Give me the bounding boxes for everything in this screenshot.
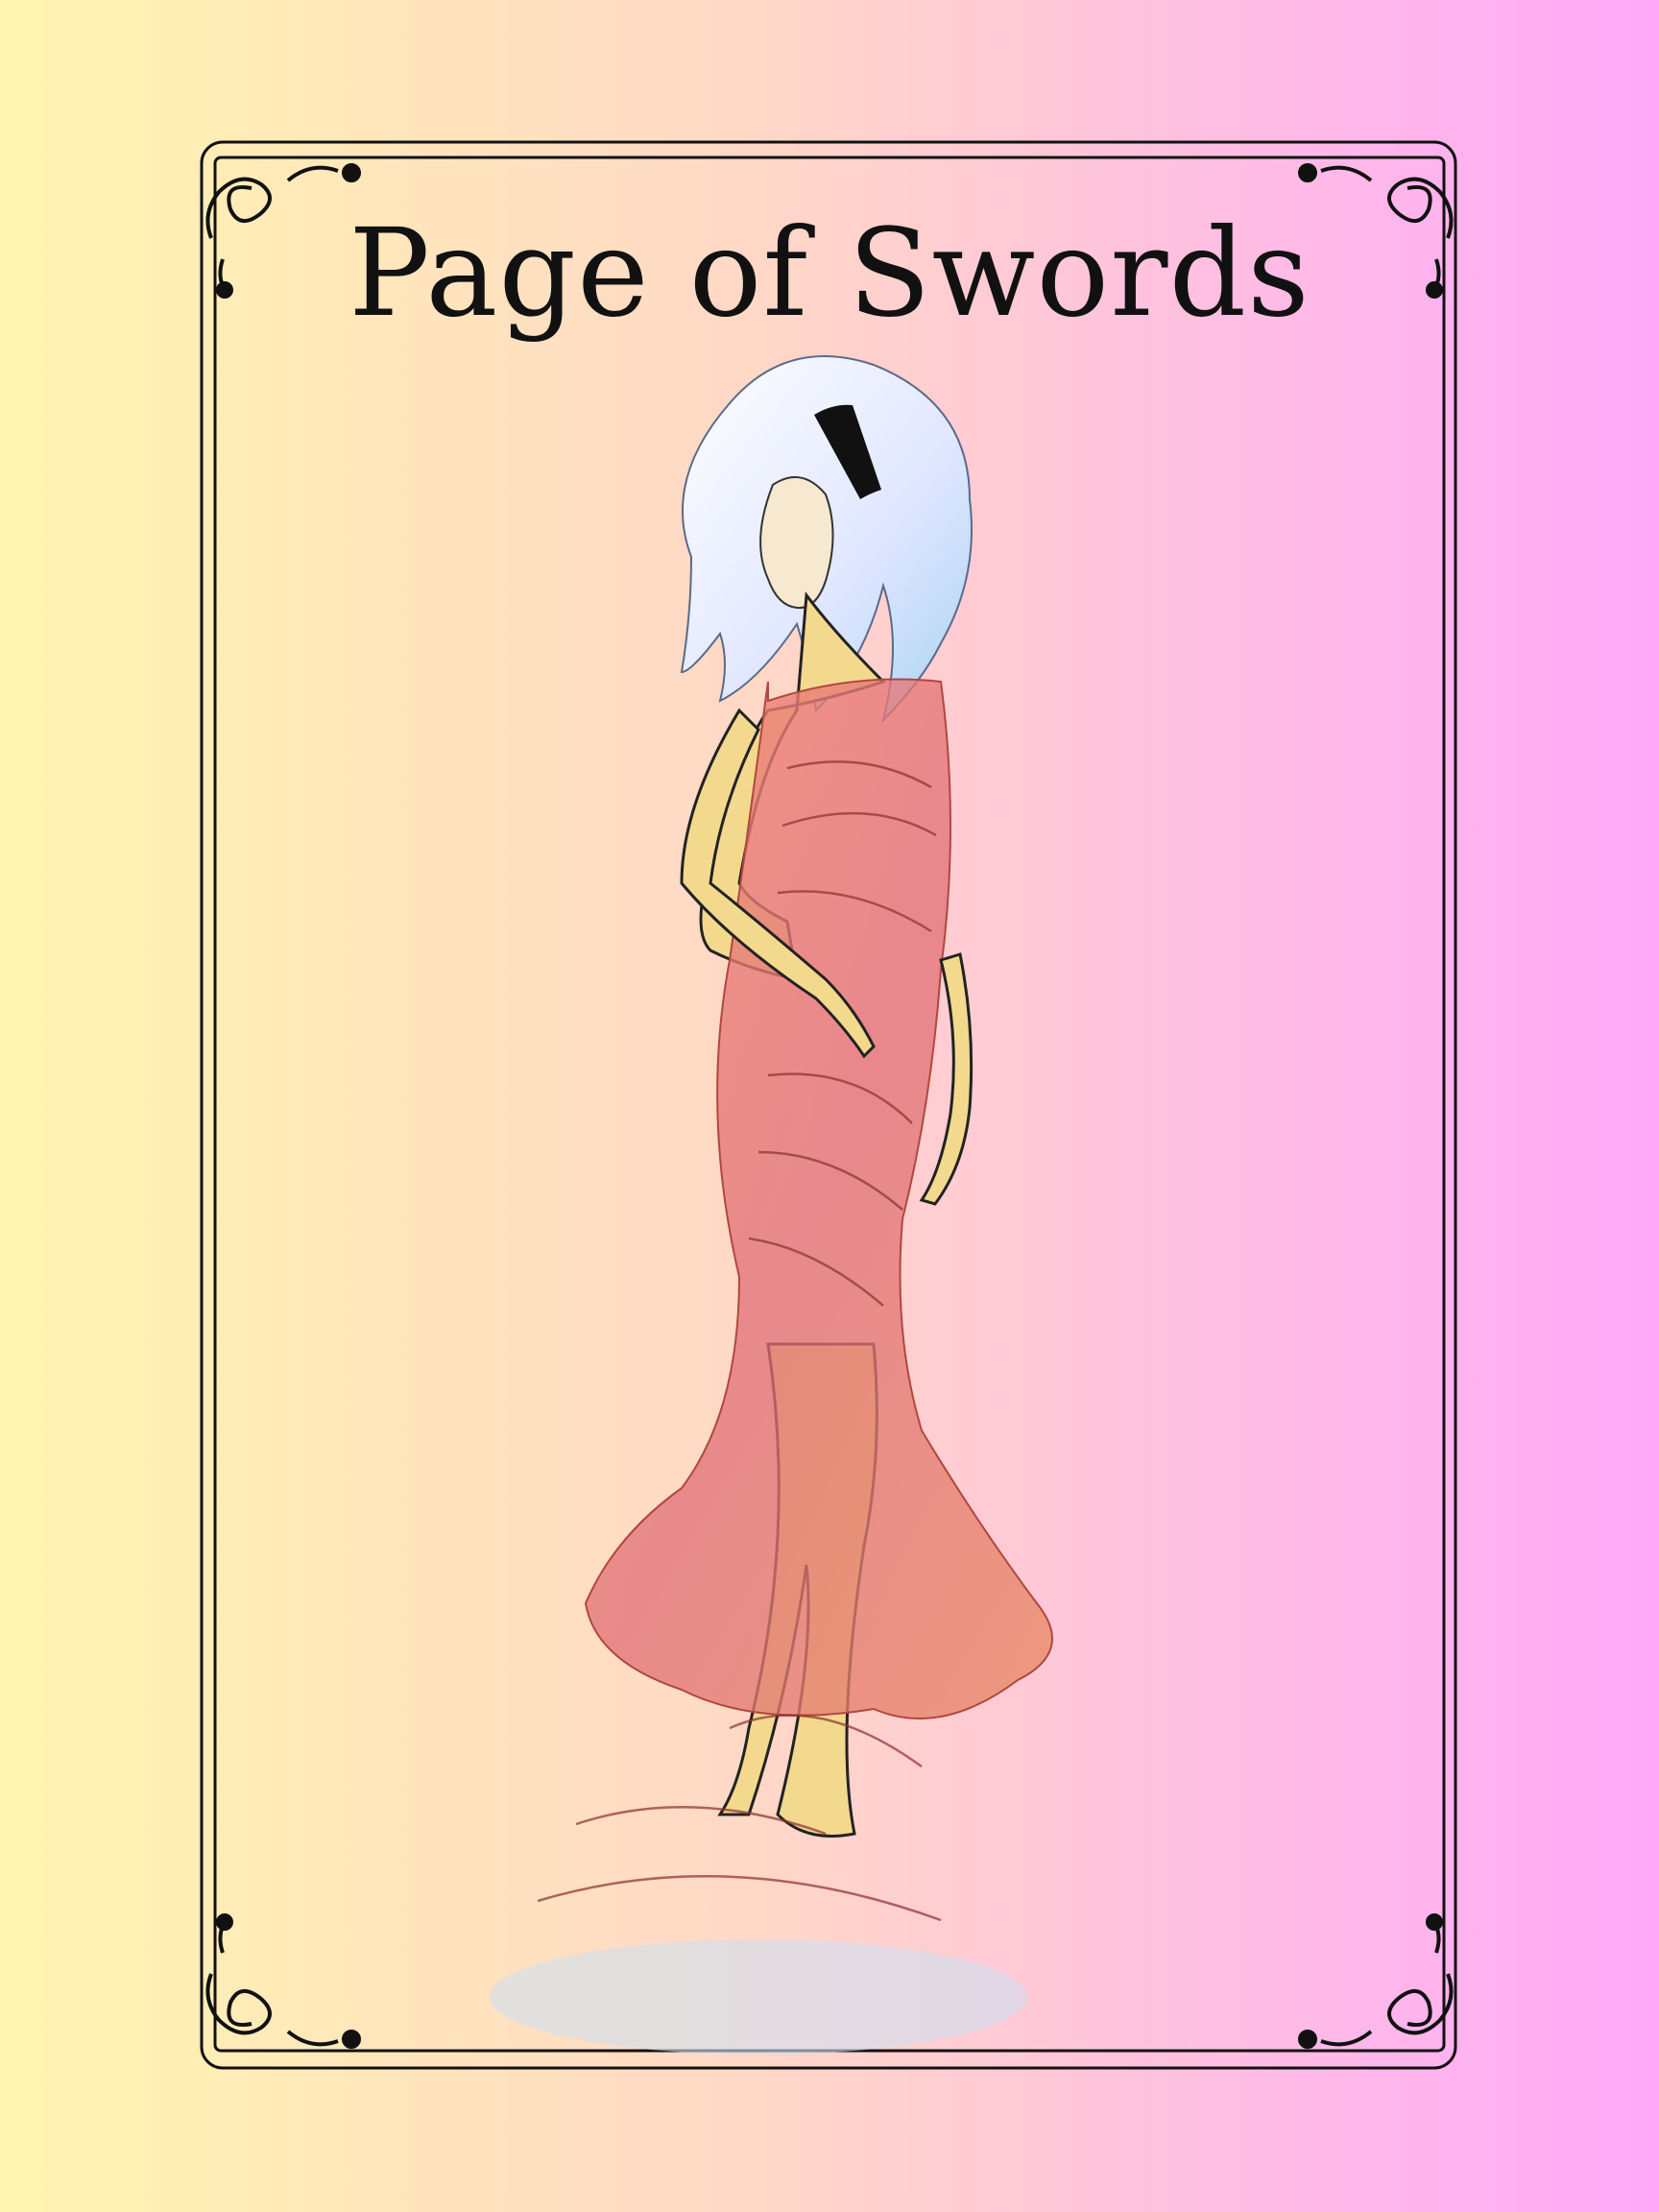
flourish-bottom-right-icon bbox=[1298, 1913, 1454, 2049]
dress bbox=[584, 678, 1053, 1719]
figure-illustration bbox=[490, 355, 1053, 2055]
pedestal bbox=[490, 1939, 1027, 2055]
face bbox=[759, 476, 834, 610]
flourish-bottom-left-icon bbox=[205, 1913, 361, 2049]
card-title: Page of Swords bbox=[349, 203, 1310, 344]
